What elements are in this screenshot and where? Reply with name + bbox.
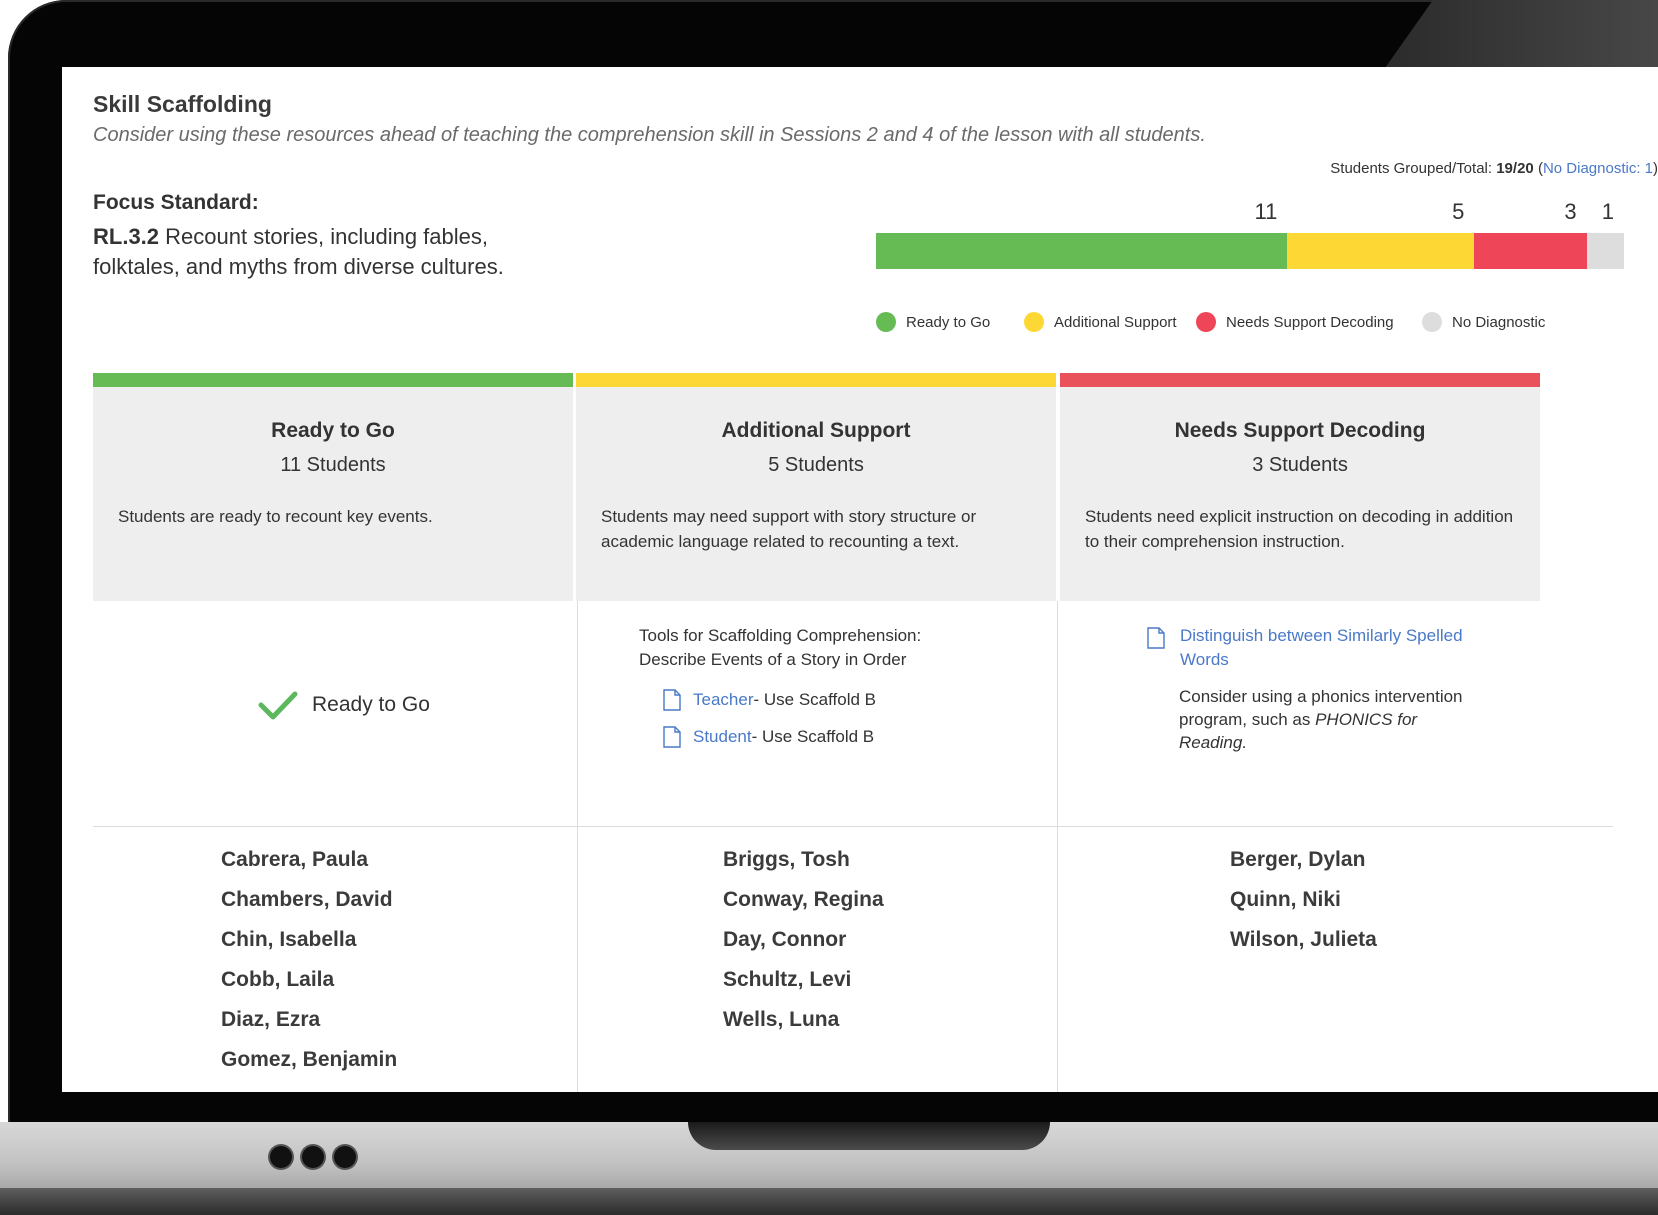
student-name[interactable]: Wilson, Julieta (1230, 920, 1377, 960)
column-description: Students are ready to recount key events… (118, 507, 433, 526)
laptop-hinge-notch (688, 1122, 1050, 1150)
port-dot (334, 1146, 356, 1168)
legend-item-decoding: Needs Support Decoding (1196, 312, 1394, 332)
column-header-decoding: Needs Support Decoding 3 Students Studen… (1060, 387, 1540, 601)
column-accent-ready (93, 373, 573, 387)
page-subtitle: Consider using these resources ahead of … (93, 124, 1206, 146)
bar-segment (1474, 233, 1587, 269)
page-title: Skill Scaffolding (93, 91, 272, 117)
student-name[interactable]: Briggs, Tosh (723, 840, 884, 880)
resource-suffix: - Use Scaffold B (751, 727, 875, 746)
distinguish-words-link[interactable]: Distinguish between Similarly Spelled Wo… (1180, 624, 1480, 672)
pdf-icon (1147, 627, 1165, 649)
column-header-ready: Ready to Go 11 Students Students are rea… (93, 387, 573, 601)
column-title: Additional Support (721, 419, 911, 442)
student-list-additional: Briggs, Tosh Conway, Regina Day, Connor … (723, 840, 884, 1040)
resource-suffix: - Use Scaffold B (753, 690, 877, 709)
tools-line-2: Describe Events of a Story in Order (639, 650, 907, 669)
bar-segment-count: 1 (1601, 199, 1614, 224)
legend-swatch (1196, 312, 1216, 332)
students-grouped-summary: Students Grouped/Total: 19/20 (No Diagno… (1330, 160, 1658, 177)
bezel-reflection (1385, 0, 1658, 68)
bar-segment (876, 233, 1288, 269)
student-name[interactable]: Chambers, David (221, 880, 397, 920)
no-diagnostic-link[interactable]: No Diagnostic: 1 (1543, 160, 1653, 177)
bar-segment-count: 11 (1254, 199, 1278, 224)
legend-swatch (1024, 312, 1044, 332)
checkmark-icon (258, 691, 298, 720)
legend-label: Ready to Go (906, 313, 991, 331)
legend-item-additional: Additional Support (1024, 312, 1177, 332)
pdf-icon (663, 689, 681, 711)
port-dot (302, 1146, 324, 1168)
focus-standard-label: Focus Standard: (93, 191, 259, 214)
legend-item-ready: Ready to Go (876, 312, 990, 332)
student-name[interactable]: Chin, Isabella (221, 920, 397, 960)
column-student-count: 5 Students (768, 454, 864, 476)
column-title: Needs Support Decoding (1174, 419, 1426, 442)
grouped-label: Students Grouped/Total: (1330, 160, 1493, 177)
legend-item-no-diagnostic: No Diagnostic (1422, 312, 1545, 332)
port-dot (270, 1146, 292, 1168)
student-name[interactable]: Diaz, Ezra (221, 1000, 397, 1040)
row-divider (93, 826, 1613, 827)
app-screen: Skill Scaffolding Consider using these r… (62, 67, 1658, 1092)
student-name[interactable]: Schultz, Levi (723, 960, 884, 1000)
legend-label: No Diagnostic (1452, 313, 1546, 331)
column-accent-additional (576, 373, 1056, 387)
student-name[interactable]: Wells, Luna (723, 1000, 884, 1040)
focus-standard-text: RL.3.2 Recount stories, including fables… (93, 222, 563, 282)
tools-heading: Tools for Scaffolding Comprehension: Des… (639, 624, 921, 672)
student-name[interactable]: Gomez, Benjamin (221, 1040, 397, 1080)
student-name[interactable]: Cabrera, Paula (221, 840, 397, 880)
column-student-count: 3 Students (1252, 454, 1348, 476)
phonics-note: Consider using a phonics intervention pr… (1179, 685, 1479, 754)
column-student-count: 11 Students (280, 454, 386, 476)
column-description: Students need explicit instruction on de… (1085, 507, 1514, 551)
student-resource-link[interactable]: Student (693, 727, 752, 747)
column-accent-decoding (1060, 373, 1540, 387)
student-name[interactable]: Conway, Regina (723, 880, 884, 920)
column-title: Ready to Go (271, 419, 395, 442)
teacher-resource-link[interactable]: Teacher (693, 690, 753, 710)
standard-code: RL.3.2 (93, 224, 160, 249)
bar-segment (1586, 233, 1624, 269)
resource-teacher: Teacher - Use Scaffold B (663, 689, 876, 711)
bar-segment-count: 5 (1452, 199, 1465, 224)
student-list-ready: Cabrera, Paula Chambers, David Chin, Isa… (221, 840, 397, 1080)
paren-close: ) (1653, 160, 1658, 177)
legend-label: Additional Support (1054, 313, 1177, 331)
column-description: Students may need support with story str… (601, 507, 977, 551)
laptop-base-shadow (0, 1188, 1658, 1215)
legend-label: Needs Support Decoding (1226, 313, 1394, 331)
ready-status-label: Ready to Go (312, 693, 430, 716)
legend-swatch (876, 312, 896, 332)
column-header-additional: Additional Support 5 Students Students m… (576, 387, 1056, 601)
ready-status: Ready to Go (258, 690, 430, 720)
bar-segment (1287, 233, 1475, 269)
student-name[interactable]: Quinn, Niki (1230, 880, 1377, 920)
tools-line-1: Tools for Scaffolding Comprehension: (639, 626, 922, 645)
student-list-decoding: Berger, Dylan Quinn, Niki Wilson, Juliet… (1230, 840, 1377, 960)
column-divider (577, 601, 578, 1092)
student-name[interactable]: Cobb, Laila (221, 960, 397, 1000)
bar-segment-count: 3 (1564, 199, 1577, 224)
student-name[interactable]: Berger, Dylan (1230, 840, 1377, 880)
student-name[interactable]: Day, Connor (723, 920, 884, 960)
legend-swatch (1422, 312, 1442, 332)
column-divider (1057, 601, 1058, 1092)
resource-student: Student - Use Scaffold B (663, 726, 874, 748)
pdf-icon (663, 726, 681, 748)
grouped-value: 19/20 (1496, 160, 1534, 177)
